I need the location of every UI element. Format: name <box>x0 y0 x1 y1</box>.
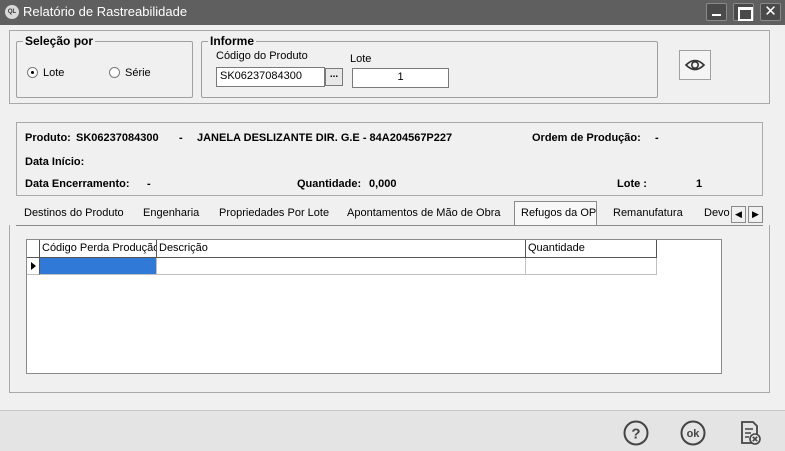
quantidade-label: Quantidade: <box>297 178 362 190</box>
lote-info-label: Lote : <box>617 178 647 190</box>
radio-lote-label[interactable]: Lote <box>43 67 64 79</box>
cell-quantidade[interactable] <box>526 258 657 275</box>
minimize-button[interactable] <box>706 3 727 21</box>
window-title: Relatório de Rastreabilidade <box>23 4 188 19</box>
chevron-left-icon: ◀ <box>735 209 742 219</box>
informe-group: Informe Código do Produto SK06237084300 … <box>201 34 658 98</box>
close-window-button[interactable]: ✕ <box>760 3 781 21</box>
cell-codigo-perda[interactable] <box>40 258 157 275</box>
data-encerramento-label: Data Encerramento: <box>25 178 130 190</box>
data-inicio-label: Data Início: <box>25 156 85 168</box>
col-header-codigo-perda[interactable]: Código Perda Produção <box>40 240 157 258</box>
tab-scroll-left-button[interactable]: ◀ <box>731 206 746 223</box>
maximize-button[interactable] <box>733 3 754 21</box>
lote-input[interactable]: 1 <box>352 68 449 88</box>
help-button[interactable]: ? <box>622 419 650 447</box>
tab-scroll-right-button[interactable]: ▶ <box>748 206 763 223</box>
tab-apontamentos-mao-obra[interactable]: Apontamentos de Mão de Obra <box>347 203 500 225</box>
row-indicator[interactable] <box>27 258 40 275</box>
selecao-group: Seleção por Lote Série <box>16 34 193 98</box>
refugos-grid[interactable]: Código Perda Produção Descrição Quantida… <box>26 239 722 374</box>
close-report-button[interactable] <box>736 419 764 447</box>
radio-serie[interactable] <box>109 67 120 78</box>
footer-bar: ? ok <box>0 410 785 451</box>
tab-destinos-produto[interactable]: Destinos do Produto <box>24 203 124 225</box>
close-icon: ✕ <box>764 3 777 20</box>
filter-panel: Seleção por Lote Série Informe Código do… <box>9 30 770 104</box>
svg-text:ok: ok <box>687 428 701 440</box>
codigo-produto-input[interactable]: SK06237084300 <box>216 67 325 87</box>
app-icon: QL <box>5 5 19 19</box>
tab-engenharia[interactable]: Engenharia <box>143 203 199 225</box>
tab-devo[interactable]: Devo <box>704 203 730 225</box>
ordem-producao-value: - <box>655 132 659 144</box>
produto-description: JANELA DESLIZANTE DIR. G.E - 84A204567P2… <box>197 132 453 144</box>
radio-serie-label[interactable]: Série <box>125 67 151 79</box>
produto-dash: - <box>179 132 183 144</box>
ok-circle-icon: ok <box>680 420 706 446</box>
question-circle-icon: ? <box>623 420 649 446</box>
grid-header-corner <box>27 240 40 258</box>
view-button[interactable] <box>679 50 711 80</box>
codigo-produto-label: Código do Produto <box>216 50 308 62</box>
col-header-descricao[interactable]: Descrição <box>157 240 526 258</box>
data-encerramento-value: - <box>147 178 151 190</box>
tab-propriedades-lote[interactable]: Propriedades Por Lote <box>219 203 329 225</box>
codigo-lookup-button[interactable]: ... <box>325 68 343 86</box>
tab-remanufatura[interactable]: Remanufatura <box>613 203 683 225</box>
col-header-quantidade[interactable]: Quantidade <box>526 240 657 258</box>
title-bar: QL Relatório de Rastreabilidade ✕ <box>0 0 785 25</box>
report-close-icon <box>741 421 761 445</box>
produto-label: Produto: <box>25 132 71 144</box>
lote-info-value: 1 <box>696 178 703 190</box>
tab-refugos-op[interactable]: Refugos da OP <box>514 201 597 225</box>
svg-text:?: ? <box>631 426 640 443</box>
ok-button[interactable]: ok <box>679 419 707 447</box>
produto-code: SK06237084300 <box>76 132 159 144</box>
ordem-producao-label: Ordem de Produção: <box>532 132 641 144</box>
radio-lote[interactable] <box>27 67 38 78</box>
chevron-right-icon: ▶ <box>752 209 759 219</box>
lote-label: Lote <box>350 53 372 65</box>
eye-icon <box>684 59 706 71</box>
cell-descricao[interactable] <box>157 258 526 275</box>
selecao-legend: Seleção por <box>23 34 96 48</box>
quantidade-value: 0,000 <box>369 178 397 190</box>
informe-legend: Informe <box>208 34 257 48</box>
